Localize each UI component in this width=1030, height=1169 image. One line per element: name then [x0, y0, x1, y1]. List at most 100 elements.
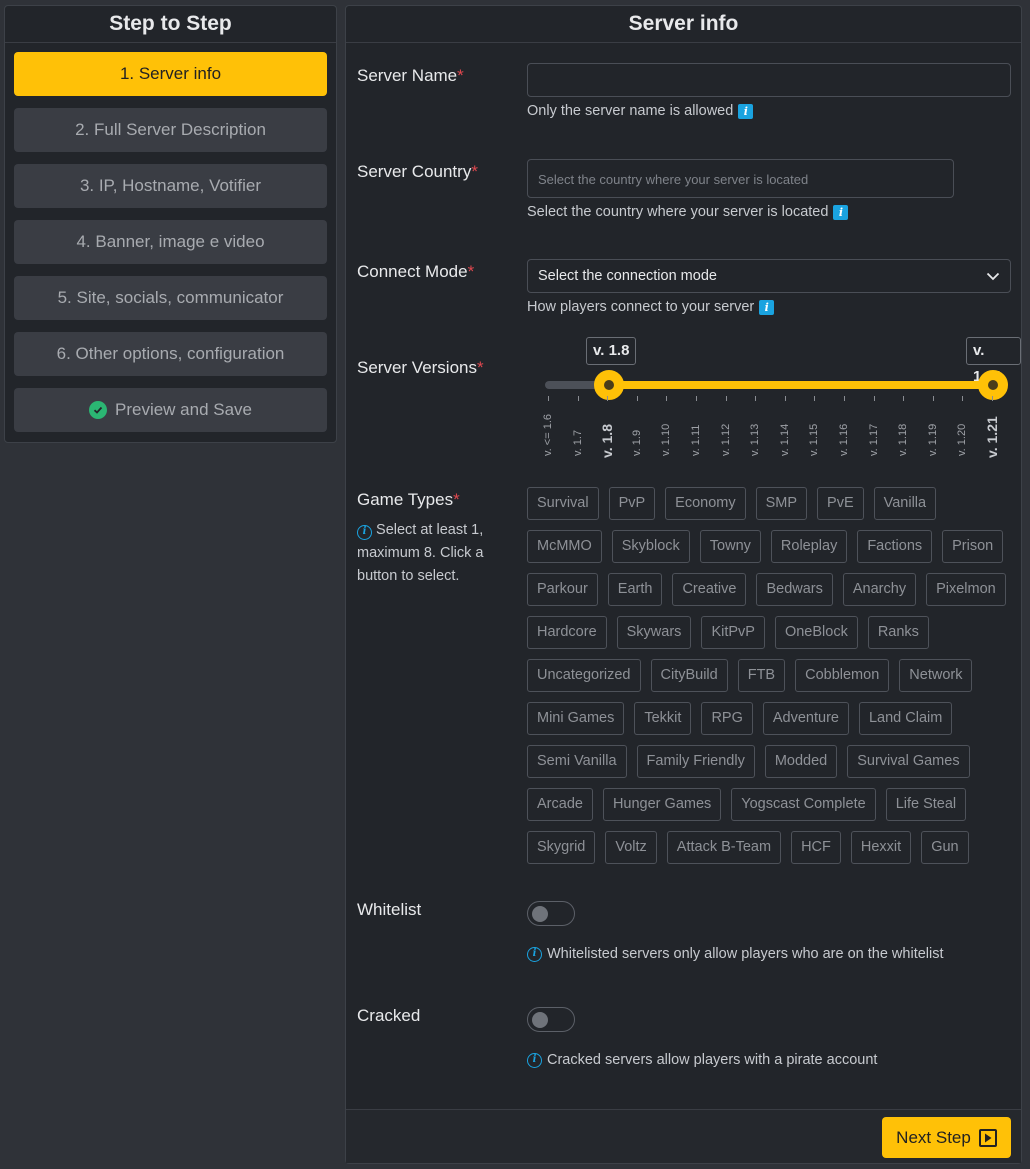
step-banner-media[interactable]: 4. Banner, image e video [14, 220, 327, 264]
version-tick-mark [607, 396, 608, 401]
game-type-chip[interactable]: HCF [791, 831, 841, 864]
game-type-chip[interactable]: OneBlock [774, 616, 858, 649]
version-tick-label[interactable]: v. 1.19 [927, 424, 939, 456]
connect-mode-select[interactable]: Select the connection mode [527, 259, 1011, 293]
game-type-chip[interactable]: Prison [942, 530, 1004, 563]
game-type-chip[interactable]: SMP [755, 487, 808, 520]
cracked-toggle[interactable] [527, 1007, 575, 1032]
game-type-chip[interactable]: Adventure [762, 702, 849, 735]
version-tick-label[interactable]: v. 1.9 [631, 430, 643, 456]
game-type-chip[interactable]: PvE [817, 487, 864, 520]
whitelist-label: Whitelist [357, 900, 422, 919]
game-type-chip[interactable]: Voltz [605, 831, 657, 864]
game-type-chip[interactable]: Land Claim [858, 702, 953, 735]
step-other-options[interactable]: 6. Other options, configuration [14, 332, 327, 376]
game-type-chip[interactable]: Gun [921, 831, 969, 864]
game-type-chip[interactable]: Bedwars [756, 573, 833, 606]
version-tick-label[interactable]: v. 1.16 [838, 424, 850, 456]
game-type-chip[interactable]: Pixelmon [926, 573, 1006, 606]
server-versions-label: Server Versions* [357, 358, 484, 377]
info-icon: i [527, 1052, 542, 1068]
game-type-chip[interactable]: Hardcore [527, 616, 607, 649]
game-type-chip[interactable]: Parkour [527, 573, 598, 606]
info-icon[interactable]: i [759, 299, 775, 315]
info-icon: i [527, 946, 542, 962]
game-type-chip[interactable]: KitPvP [701, 616, 765, 649]
game-type-chip[interactable]: Modded [764, 745, 838, 778]
version-tick-label[interactable]: v. 1.14 [779, 424, 791, 456]
game-type-chip[interactable]: Semi Vanilla [527, 745, 627, 778]
info-icon[interactable]: i [833, 204, 849, 220]
game-types-label: Game Types* [357, 490, 460, 509]
server-name-input[interactable] [527, 63, 1011, 97]
game-type-chip[interactable]: Survival [527, 487, 599, 520]
game-type-chip[interactable]: Economy [665, 487, 746, 520]
sidebar-title: Step to Step [5, 6, 336, 43]
game-type-chip[interactable]: Network [899, 659, 973, 692]
step-full-description[interactable]: 2. Full Server Description [14, 108, 327, 152]
max-version-badge: v. 1.21 [966, 337, 1021, 385]
version-tick-label[interactable]: v. 1.12 [720, 424, 732, 456]
game-type-chip[interactable]: Creative [672, 573, 747, 606]
game-type-chip[interactable]: Survival Games [847, 745, 970, 778]
game-type-chip[interactable]: Earth [607, 573, 663, 606]
step-ip-hostname[interactable]: 3. IP, Hostname, Votifier [14, 164, 327, 208]
game-type-chip[interactable]: Factions [857, 530, 933, 563]
game-type-chip[interactable]: Skywars [616, 616, 692, 649]
game-type-chip[interactable]: Uncategorized [527, 659, 641, 692]
connect-mode-help: How players connect to your server i [527, 299, 775, 315]
version-tick-label[interactable]: v. 1.20 [956, 424, 968, 456]
version-tick-label[interactable]: v. 1.18 [897, 424, 909, 456]
required-asterisk: * [471, 162, 478, 181]
game-type-chip[interactable]: Mini Games [527, 702, 625, 735]
game-type-chip[interactable]: Cobblemon [795, 659, 890, 692]
version-tick-mark [814, 396, 815, 401]
game-type-chip[interactable]: Towny [699, 530, 761, 563]
game-type-chip[interactable]: PvP [608, 487, 656, 520]
game-type-chip[interactable]: CityBuild [650, 659, 728, 692]
version-tick-label[interactable]: v. 1.8 [599, 424, 615, 458]
version-tick-mark [548, 396, 549, 401]
version-tick-label[interactable]: v. 1.15 [808, 424, 820, 456]
game-type-chip[interactable]: Roleplay [770, 530, 848, 563]
step-site-socials[interactable]: 5. Site, socials, communicator [14, 276, 327, 320]
step-preview-save[interactable]: Preview and Save [14, 388, 327, 432]
play-icon [978, 1128, 997, 1147]
game-type-chip[interactable]: FTB [737, 659, 786, 692]
version-tick-label[interactable]: v. 1.10 [660, 424, 672, 456]
whitelist-toggle[interactable] [527, 901, 575, 926]
step-server-info[interactable]: 1. Server info [14, 52, 327, 96]
info-icon[interactable]: i [738, 103, 754, 119]
version-tick-label[interactable]: v. 1.11 [690, 425, 702, 456]
game-type-chip[interactable]: Life Steal [885, 788, 967, 821]
version-tick-mark [578, 396, 579, 401]
game-type-chip[interactable]: Anarchy [842, 573, 917, 606]
game-type-chip[interactable]: Arcade [527, 788, 593, 821]
max-version-handle[interactable] [978, 370, 1008, 400]
version-tick-label[interactable]: v. 1.13 [749, 424, 761, 456]
game-type-chip[interactable]: Family Friendly [636, 745, 755, 778]
server-country-input[interactable] [527, 159, 954, 198]
version-tick-label[interactable]: v. 1.17 [868, 424, 880, 456]
game-type-chip[interactable]: Attack B-Team [666, 831, 782, 864]
step-label: 4. Banner, image e video [76, 232, 265, 251]
game-type-chip[interactable]: Ranks [867, 616, 929, 649]
game-type-chip[interactable]: Tekkit [634, 702, 692, 735]
next-step-button[interactable]: Next Step [882, 1117, 1011, 1158]
game-type-chip[interactable]: McMMO [527, 530, 602, 563]
server-info-panel: Server info Server Name* Only the server… [345, 5, 1022, 1164]
game-type-chip[interactable]: RPG [701, 702, 753, 735]
game-type-chip[interactable]: Skygrid [527, 831, 596, 864]
game-type-chip[interactable]: Skyblock [611, 530, 690, 563]
version-tick-label[interactable]: v. 1.21 [984, 416, 1000, 458]
version-tick-label[interactable]: v. 1.7 [572, 430, 584, 456]
game-type-chip[interactable]: Vanilla [873, 487, 937, 520]
game-type-chip[interactable]: Hexxit [850, 831, 912, 864]
min-version-handle[interactable] [594, 370, 624, 400]
game-type-chip[interactable]: Yogscast Complete [731, 788, 876, 821]
step-label: 5. Site, socials, communicator [57, 288, 284, 307]
version-tick-mark [666, 396, 667, 401]
game-type-chip[interactable]: Hunger Games [602, 788, 722, 821]
version-tick-label[interactable]: v. <= 1.6 [542, 414, 554, 456]
server-name-help: Only the server name is allowed i [527, 103, 754, 119]
